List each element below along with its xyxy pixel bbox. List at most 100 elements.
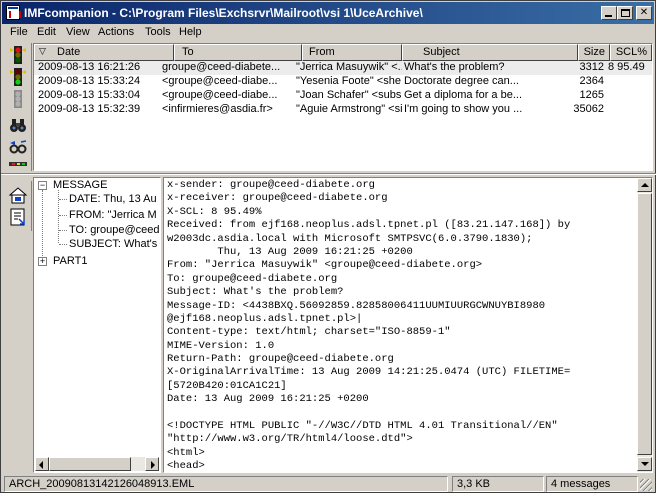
arrow-right-icon [151, 461, 155, 469]
tree-connector [59, 244, 67, 245]
scroll-down-button[interactable] [637, 457, 652, 471]
raw-message-view[interactable]: x-sender: groupe@ceed-diabete.org x-recei… [163, 177, 653, 473]
scroll-thumb[interactable] [49, 457, 131, 471]
close-button[interactable]: ✕ [636, 6, 652, 20]
row-subject: Get a diploma for a be... [404, 89, 523, 101]
table-row[interactable]: 2009-08-13 15:33:04 <groupe@ceed-diabe..… [34, 89, 652, 103]
scroll-up-button[interactable] [637, 178, 652, 192]
row-size: 35062 [573, 103, 604, 115]
text-line: Date: 13 Aug 2009 16:21:25 +0200 [167, 393, 369, 406]
maximize-button[interactable] [617, 6, 633, 20]
column-header-from-label: From [309, 46, 335, 58]
arrow-up-icon [641, 183, 649, 187]
menu-help[interactable]: Help [179, 26, 202, 40]
text-line: Message-ID: <4438BXQ.56092859.8285800641… [167, 299, 546, 312]
text-line: Return-Path: groupe@ceed-diabete.org [167, 353, 394, 366]
app-window: IMFcompanion - C:\Program Files\Exchsrvr… [0, 0, 656, 493]
toolbar-button-find-next[interactable] [7, 137, 29, 157]
table-row[interactable]: 2009-08-13 15:32:39 <infirmieres@asdia.f… [34, 103, 652, 117]
tree-connector [58, 190, 59, 243]
menu-actions[interactable]: Actions [98, 26, 134, 40]
row-subject: Doctorate degree can... [404, 75, 519, 87]
text-line: <head> [167, 460, 205, 473]
column-header-to[interactable]: To [174, 44, 302, 61]
toolbar-button-export[interactable] [7, 207, 29, 227]
menu-file[interactable]: File [10, 26, 28, 40]
column-header-from[interactable]: From [302, 44, 402, 61]
toolbar-bottom [4, 181, 32, 231]
row-to: <groupe@ceed-diabe... [162, 75, 278, 87]
tree-horizontal-scrollbar[interactable] [35, 457, 159, 471]
minimize-button[interactable] [601, 6, 617, 20]
scroll-right-button[interactable] [145, 457, 159, 471]
tree-node-to[interactable]: TO: groupe@ceed [69, 224, 159, 238]
binoculars-icon [10, 119, 26, 132]
traffic-light-red-icon [10, 46, 26, 64]
text-line: X-SCL: 8 95.49% [167, 205, 262, 218]
toolbar-button-save[interactable] [7, 185, 29, 205]
row-scl: 8 95.49 [608, 61, 645, 73]
horizontal-splitter[interactable] [1, 173, 656, 175]
toolbar-button-gray[interactable] [7, 89, 29, 109]
tree-connector [59, 215, 67, 216]
text-line: @ejf168.neoplus.adsl.tpnet.pl>| [167, 312, 363, 325]
table-row[interactable]: 2009-08-13 16:21:26 groupe@ceed-diabete.… [34, 61, 652, 75]
maximize-icon [621, 9, 630, 17]
save-icon [8, 187, 28, 204]
collapse-icon[interactable]: − [38, 181, 47, 190]
text-line: To: groupe@ceed-diabete.org [167, 272, 338, 285]
column-header-scl[interactable]: SCL% [610, 44, 652, 61]
tree-node-message[interactable]: MESSAGE [53, 179, 107, 193]
text-line: w2003dc.asdia.local with Microsoft SMTPS… [167, 232, 533, 245]
toolbar-button-red[interactable] [7, 45, 29, 65]
row-date: 2009-08-13 15:32:39 [38, 103, 141, 115]
tree-connector [42, 190, 43, 266]
raw-message-text[interactable]: x-sender: groupe@ceed-diabete.org x-recei… [167, 179, 637, 473]
text-line: MIME-Version: 1.0 [167, 339, 275, 352]
menu-bar: File Edit View Actions Tools Help [2, 24, 654, 42]
expand-icon[interactable]: + [38, 257, 47, 266]
message-list[interactable]: ▽ Date To From Subject Size SCL% 2009-08… [33, 43, 653, 171]
title-bar[interactable]: IMFcompanion - C:\Program Files\Exchsrvr… [2, 2, 654, 24]
menu-tools[interactable]: Tools [145, 26, 171, 40]
find-next-icon [9, 140, 27, 154]
tree-node-part1[interactable]: PART1 [53, 255, 87, 269]
toolbar-top [4, 43, 32, 171]
traffic-light-gray-icon [14, 90, 22, 108]
column-header-date-label: Date [57, 46, 81, 58]
column-header-size[interactable]: Size [578, 44, 610, 61]
text-line: [5720B420:01CA1C21] [167, 379, 287, 392]
structure-tree[interactable]: − MESSAGE DATE: Thu, 13 Au FROM: "Jerric… [33, 177, 161, 473]
text-line: Content-type: text/html; charset="ISO-88… [167, 326, 451, 339]
menu-edit[interactable]: Edit [37, 26, 56, 40]
table-row[interactable]: 2009-08-13 15:33:24 <groupe@ceed-diabe..… [34, 75, 652, 89]
toolbar-button-green[interactable] [7, 67, 29, 87]
toolbar-button-find[interactable] [7, 115, 29, 135]
row-to: <groupe@ceed-diabe... [162, 89, 278, 101]
text-line: Subject: What's the problem? [167, 286, 344, 299]
resize-grip-icon[interactable] [640, 479, 652, 491]
column-header-scl-label: SCL% [615, 46, 647, 58]
text-line: Received: from ejf168.neoplus.adsl.tpnet… [167, 219, 571, 232]
tree-node-date[interactable]: DATE: Thu, 13 Au [69, 193, 157, 207]
row-date: 2009-08-13 15:33:24 [38, 75, 141, 87]
text-line: x-sender: groupe@ceed-diabete.org [167, 179, 375, 191]
column-header-subject[interactable]: Subject [402, 44, 578, 61]
tree-connector [59, 230, 67, 231]
menu-view[interactable]: View [66, 26, 90, 40]
tree-node-from[interactable]: FROM: "Jerrica M [69, 209, 157, 223]
column-header-date[interactable]: ▽ Date [34, 44, 174, 61]
options-icon [9, 162, 27, 166]
app-icon[interactable] [6, 5, 21, 20]
tree-node-subject[interactable]: SUBJECT: What's [69, 238, 157, 252]
tree-connector [59, 199, 67, 200]
scroll-thumb[interactable] [637, 193, 652, 455]
row-scl [608, 89, 652, 103]
text-vertical-scrollbar[interactable] [637, 178, 652, 472]
arrow-left-icon [39, 461, 43, 469]
text-line: <!DOCTYPE HTML PUBLIC "-//W3C//DTD HTML … [167, 420, 558, 433]
row-size: 1265 [579, 89, 604, 101]
scroll-left-button[interactable] [35, 457, 49, 471]
sort-icon: ▽ [39, 46, 46, 56]
text-line: From: "Jerrica Masuywik" <groupe@ceed-di… [167, 259, 483, 272]
